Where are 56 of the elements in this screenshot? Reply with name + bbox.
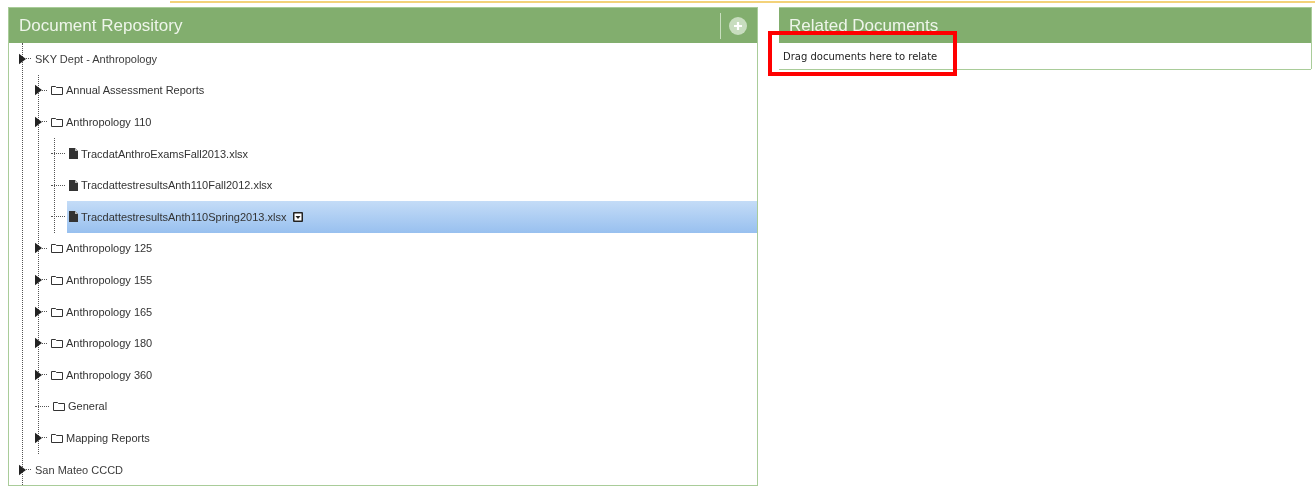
folder-icon [53,401,65,412]
expand-arrow-icon[interactable] [35,337,42,350]
expand-arrow-icon[interactable] [19,463,26,476]
expand-arrow-icon[interactable] [35,305,42,318]
tree-item[interactable]: Annual Assessment Reports [49,74,757,107]
folder-icon [51,432,63,443]
folder-icon [51,274,63,285]
tree-item[interactable]: SKY Dept - Anthropology [33,43,757,75]
tree-item-label: TracdatAnthroExamsFall2013.xlsx [81,147,249,160]
document-icon [69,211,78,223]
drop-zone-hint: Drag documents here to relate [783,50,938,62]
tree-item[interactable]: Anthropology 110 [49,106,757,138]
folder-icon [51,117,63,127]
folder-icon [51,369,63,380]
tree-item-label: Mapping Reports [66,431,150,444]
tree-item[interactable]: TracdatAnthroExamsFall2013.xlsx [67,137,757,170]
panel-title: Related Documents [789,15,940,36]
expand-arrow-icon[interactable] [19,52,26,65]
add-icon[interactable] [729,16,747,35]
tree-item[interactable]: Anthropology 180 [49,327,757,359]
tree-item[interactable]: TracdattestresultsAnth110Fall2012.xlsx [67,169,757,201]
tree-item-label: San Mateo CCCD [35,463,124,476]
tree-item-label: Anthropology 360 [66,368,153,381]
tree-item-label: Anthropology 180 [66,337,153,350]
tree-item-label: TracdattestresultsAnth110Fall2012.xlsx [81,179,273,192]
expand-arrow-icon[interactable] [35,273,42,286]
tree-item-label: Annual Assessment Reports [66,84,205,97]
expand-arrow-icon[interactable] [35,116,42,128]
document-icon [69,179,78,191]
expand-arrow-icon[interactable] [35,242,42,255]
tree-item[interactable]: General [51,390,757,423]
expand-arrow-icon[interactable] [35,84,42,97]
tree-item[interactable]: Anthropology 125 [49,232,757,265]
expand-arrow-icon[interactable] [35,431,42,444]
folder-icon [51,338,63,349]
drop-zone[interactable]: Drag documents here to relate [779,43,1311,70]
tree-item-label: Anthropology 155 [66,273,153,286]
folder-icon [51,243,63,254]
folder-icon [51,306,63,317]
document-icon [69,148,78,160]
tree-item[interactable]: TracdattestresultsAnth110Spring2013.xlsx [67,200,757,233]
tree-item[interactable]: Mapping Reports [49,422,757,454]
folder-icon [51,85,63,96]
tree-item[interactable]: Anthropology 360 [49,358,757,391]
tree-item-label: Anthropology 110 [66,116,152,128]
dropdown-icon[interactable] [293,211,304,222]
tree-item-label: Anthropology 125 [66,242,153,255]
tree-item-label: Anthropology 165 [66,305,153,318]
tree-item[interactable]: Anthropology 165 [49,295,757,328]
tree-item[interactable]: Anthropology 155 [49,264,757,296]
tree-item-label: SKY Dept - Anthropology [35,52,158,65]
tree-item-label: General [68,400,108,413]
tree-item-label: TracdattestresultsAnth110Spring2013.xlsx [81,210,287,223]
panel-title: Document Repository [19,15,184,36]
expand-arrow-icon[interactable] [35,368,42,381]
tree-item[interactable]: San Mateo CCCD [33,453,757,486]
